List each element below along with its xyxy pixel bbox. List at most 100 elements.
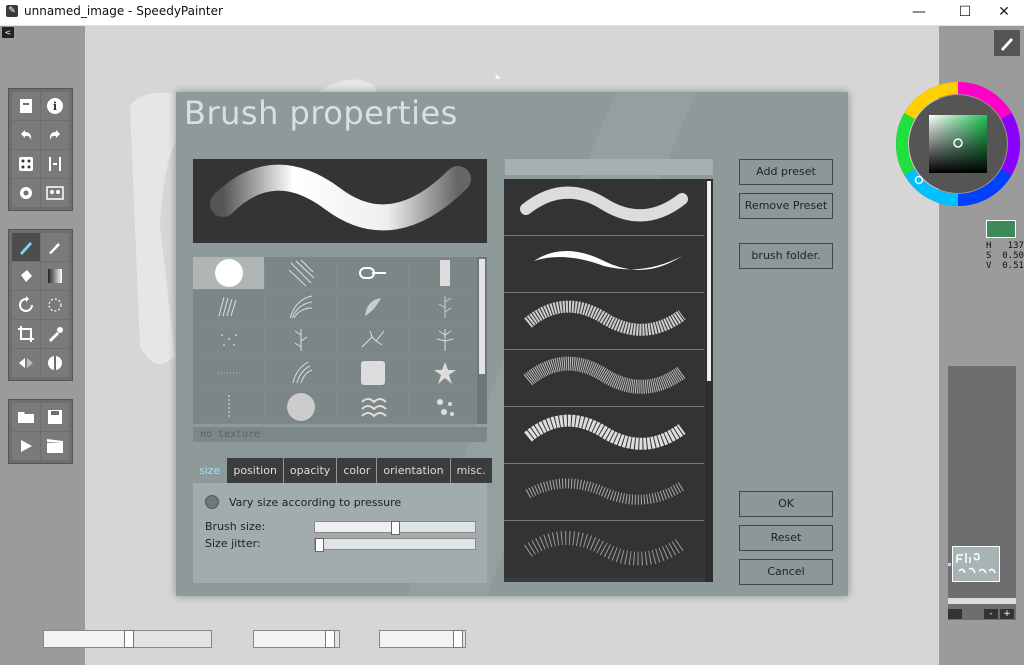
tab-opacity[interactable]: opacity [283, 458, 337, 483]
texture-tile[interactable] [193, 323, 264, 357]
preset-item[interactable] [504, 350, 704, 407]
texture-tile[interactable] [337, 323, 408, 357]
collapse-panel-button[interactable]: < [2, 27, 14, 38]
rotate-icon[interactable] [12, 291, 40, 319]
add-layer-button[interactable]: + [1000, 609, 1014, 619]
cancel-button[interactable]: Cancel [739, 559, 833, 585]
preset-item[interactable] [504, 236, 704, 293]
brush-size-label: Brush size: [205, 520, 266, 533]
texture-tile[interactable] [265, 323, 336, 357]
tab-position[interactable]: position [227, 458, 283, 483]
texture-tile[interactable] [337, 257, 408, 290]
preset-list-header [505, 159, 713, 175]
size-jitter-slider[interactable] [314, 538, 476, 552]
add-preset-button[interactable]: Add preset [739, 159, 833, 185]
brush-size-slider[interactable] [43, 630, 212, 648]
preset-scrollbar[interactable] [705, 179, 713, 582]
tab-size[interactable]: size [193, 458, 227, 483]
texture-tile[interactable] [409, 357, 480, 390]
mirror-icon[interactable] [12, 349, 40, 377]
lasso-icon[interactable] [41, 291, 69, 319]
gradient-icon[interactable] [41, 262, 69, 290]
color-wheel[interactable] [893, 79, 1023, 209]
preset-item[interactable] [504, 179, 704, 236]
symmetry-icon[interactable] [41, 349, 69, 377]
texture-tile[interactable] [265, 357, 336, 390]
texture-tile[interactable] [409, 390, 480, 423]
preset-item[interactable] [504, 464, 704, 521]
ok-button[interactable]: OK [739, 491, 833, 517]
app-icon: ✎ [6, 5, 18, 17]
texture-tile[interactable] [193, 257, 264, 290]
texture-tile[interactable] [409, 290, 480, 323]
fill-icon[interactable] [12, 262, 40, 290]
brush-preview-stroke [210, 164, 471, 231]
opacity-slider[interactable] [253, 630, 340, 648]
new-doc-icon[interactable] [12, 92, 40, 120]
texture-tile[interactable] [265, 290, 336, 323]
eyedropper-icon[interactable] [41, 320, 69, 348]
h-readout: H 137 [986, 241, 1024, 251]
preset-item[interactable] [504, 293, 704, 350]
close-button[interactable]: ✕ [981, 0, 1024, 25]
reset-button[interactable]: Reset [739, 525, 833, 551]
minimize-button[interactable]: — [896, 0, 942, 25]
texture-tile[interactable] [193, 290, 264, 323]
undo-icon[interactable] [12, 121, 40, 149]
vary-size-label: Vary size according to pressure [229, 495, 402, 509]
brush-folder-button[interactable]: brush folder. [739, 243, 833, 269]
tab-orientation[interactable]: orientation [377, 458, 450, 483]
flip-icon[interactable] [41, 150, 69, 178]
brush-size-slider-dialog[interactable] [314, 521, 476, 535]
layer-menu-button[interactable] [948, 609, 962, 619]
play-icon[interactable] [12, 432, 40, 460]
texture-tile[interactable] [409, 323, 480, 357]
tab-color[interactable]: color [337, 458, 377, 483]
texture-tile[interactable] [193, 390, 264, 423]
random-icon[interactable] [12, 150, 40, 178]
texture-grid [193, 257, 480, 424]
dialog-title: Brush properties [184, 94, 458, 132]
remove-preset-button[interactable]: Remove Preset [739, 193, 833, 219]
redo-icon[interactable] [41, 121, 69, 149]
flow-slider[interactable] [379, 630, 466, 648]
tab-misc[interactable]: misc. [450, 458, 492, 483]
svg-text:i: i [53, 100, 57, 113]
texture-scrollbar[interactable] [477, 257, 487, 424]
layer-thumbnail[interactable] [952, 546, 1000, 582]
vary-size-option[interactable]: Vary size according to pressure [205, 495, 401, 509]
crop-icon[interactable] [12, 320, 40, 348]
texture-tile[interactable] [265, 257, 336, 290]
info-icon[interactable]: i [41, 92, 69, 120]
layer-opacity-slider[interactable] [948, 598, 1016, 604]
texture-tile[interactable] [337, 357, 408, 390]
size-jitter-label: Size jitter: [205, 537, 261, 550]
property-tabs: size position opacity color orientation … [193, 458, 493, 483]
vary-size-radio[interactable] [205, 495, 219, 509]
no-texture-label[interactable]: no texture [193, 427, 487, 442]
title-bar: ✎ unnamed_image - SpeedyPainter — ☐ ✕ [0, 0, 1024, 26]
brush-icon[interactable] [12, 233, 40, 261]
reference-icon[interactable] [41, 179, 69, 207]
open-folder-icon[interactable] [12, 403, 40, 431]
texture-tile[interactable] [193, 357, 264, 390]
preset-item[interactable] [504, 407, 704, 464]
brush-icon [1001, 38, 1013, 51]
texture-tile[interactable] [337, 390, 408, 423]
brush-preview [193, 159, 487, 243]
brush-settings-button[interactable] [994, 30, 1020, 56]
record-icon[interactable] [41, 432, 69, 460]
texture-tile[interactable] [409, 257, 480, 290]
texture-tile[interactable] [265, 390, 336, 423]
texture-tile[interactable] [337, 290, 408, 323]
settings-icon[interactable] [12, 179, 40, 207]
current-color-swatch[interactable] [986, 220, 1016, 238]
layer-preview [956, 552, 996, 574]
layer-marker [948, 563, 951, 566]
preset-item[interactable] [504, 521, 704, 577]
remove-layer-button[interactable]: - [984, 609, 998, 619]
tool-group-media [8, 399, 73, 464]
save-icon[interactable] [41, 403, 69, 431]
pen-icon[interactable] [41, 233, 69, 261]
hsv-readout: H 137 S 0.50 V 0.51 [986, 241, 1024, 271]
